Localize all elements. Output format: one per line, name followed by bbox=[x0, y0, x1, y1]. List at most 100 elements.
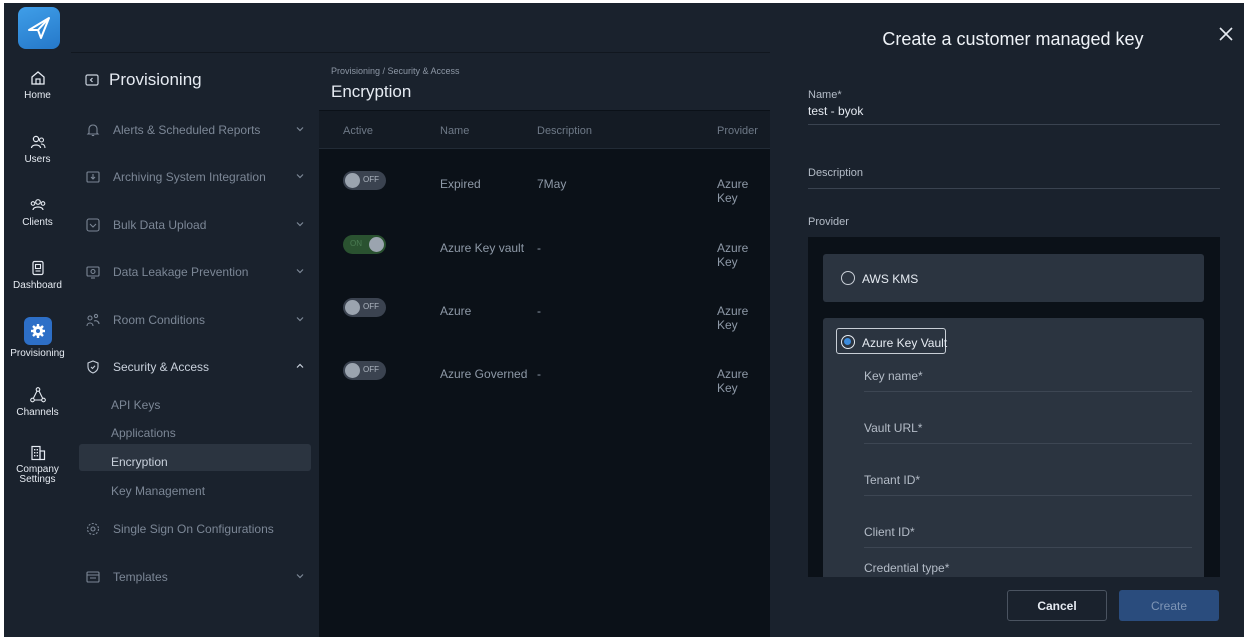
option-aws-kms[interactable]: AWS KMS bbox=[823, 254, 1204, 302]
rail-item-dashboard[interactable]: Dashboard bbox=[4, 259, 71, 291]
rail-label-users: Users bbox=[24, 154, 51, 165]
aws-kms-radio[interactable] bbox=[841, 271, 855, 285]
nav-item-room-conditions[interactable]: Room Conditions bbox=[85, 308, 307, 332]
row-provider: Azure Key bbox=[717, 304, 749, 332]
page-title: Encryption bbox=[331, 82, 412, 101]
close-icon[interactable] bbox=[1217, 25, 1235, 43]
row-name: Expired bbox=[440, 177, 481, 191]
nav-item-archiving[interactable]: Archiving System Integration bbox=[85, 165, 307, 189]
channels-icon bbox=[29, 387, 46, 403]
nav-label-dlp: Data Leakage Prevention bbox=[113, 265, 249, 279]
users-icon bbox=[30, 135, 46, 149]
chevron-down-icon bbox=[296, 127, 304, 132]
rail-item-company-settings[interactable]: Company Settings bbox=[4, 444, 71, 485]
panel-collapse-icon[interactable] bbox=[85, 73, 99, 87]
nav-title-text: Provisioning bbox=[109, 70, 202, 89]
rail-label-channels: Channels bbox=[16, 407, 59, 418]
nav-item-sso[interactable]: Single Sign On Configurations bbox=[85, 517, 307, 541]
rail-item-users[interactable]: Users bbox=[4, 133, 71, 165]
active-toggle[interactable]: ON bbox=[343, 235, 386, 254]
provider-options: AWS KMS Azure Key Vault Key name* Vault … bbox=[808, 237, 1220, 577]
chevron-down-icon bbox=[296, 222, 304, 227]
option-azure-key-vault[interactable]: Azure Key Vault Key name* Vault URL* Ten… bbox=[823, 318, 1204, 577]
column-name[interactable]: Name bbox=[440, 125, 469, 137]
row-description: - bbox=[537, 304, 541, 318]
toggle-knob bbox=[369, 237, 384, 252]
nav-label-sso: Single Sign On Configurations bbox=[113, 522, 274, 536]
nav-label-alerts: Alerts & Scheduled Reports bbox=[113, 123, 261, 137]
aws-kms-label: AWS KMS bbox=[862, 272, 919, 286]
create-button[interactable]: Create bbox=[1119, 590, 1219, 621]
nav-sub-encryption[interactable]: Encryption bbox=[111, 455, 168, 469]
chevron-down-icon bbox=[296, 317, 304, 322]
rail-item-home[interactable]: Home bbox=[4, 69, 71, 101]
toggle-knob bbox=[345, 300, 360, 315]
column-description[interactable]: Description bbox=[537, 125, 592, 137]
key-name-label: Key name* bbox=[864, 369, 923, 383]
nav-item-dlp[interactable]: Data Leakage Prevention bbox=[85, 260, 307, 284]
nav-title: Provisioning bbox=[85, 70, 202, 90]
gear-icon bbox=[23, 317, 52, 345]
column-provider[interactable]: Provider bbox=[717, 125, 758, 137]
name-field-underline bbox=[808, 124, 1220, 125]
row-name: Azure Key vault bbox=[440, 241, 525, 255]
rail-label-clients: Clients bbox=[22, 217, 53, 228]
left-rail: Home Users Clients Dashboard Provisionin… bbox=[4, 3, 71, 637]
rail-item-provisioning[interactable]: Provisioning bbox=[4, 317, 71, 359]
tenant-id-label: Tenant ID* bbox=[864, 473, 921, 487]
nav-sub-key-management[interactable]: Key Management bbox=[111, 484, 205, 498]
drawer-title: Create a customer managed key bbox=[882, 29, 1144, 49]
description-field-label: Description bbox=[808, 167, 864, 179]
active-toggle[interactable]: OFF bbox=[343, 361, 386, 380]
nav-sub-applications[interactable]: Applications bbox=[111, 426, 176, 440]
encryption-content: Provisioning / Security & Access Encrypt… bbox=[319, 53, 770, 637]
nav-item-bulk-upload[interactable]: Bulk Data Upload bbox=[85, 213, 307, 237]
credential-type-label[interactable]: Credential type* bbox=[864, 561, 949, 575]
name-field[interactable]: test - byok bbox=[808, 104, 863, 118]
nav-item-alerts[interactable]: Alerts & Scheduled Reports bbox=[85, 118, 307, 142]
nav-item-templates[interactable]: Templates bbox=[85, 565, 307, 589]
row-name: Azure bbox=[440, 304, 472, 318]
template-icon bbox=[85, 569, 101, 585]
cancel-button[interactable]: Cancel bbox=[1007, 590, 1107, 621]
nav-label-room-conditions: Room Conditions bbox=[113, 313, 206, 327]
rail-label-provisioning: Provisioning bbox=[10, 348, 65, 359]
nav-sub-api-keys[interactable]: API Keys bbox=[111, 398, 160, 412]
nav-label-security-access: Security & Access bbox=[113, 360, 210, 374]
nav-item-security-access[interactable]: Security & Access bbox=[85, 355, 307, 379]
home-icon bbox=[30, 71, 45, 85]
chevron-down-icon bbox=[296, 574, 304, 579]
row-provider: Azure Key bbox=[717, 367, 749, 395]
tenant-id-field[interactable] bbox=[864, 495, 1192, 496]
chevron-down-icon bbox=[296, 174, 304, 179]
table-header: Active Name Description Provider bbox=[319, 111, 770, 149]
app-logo[interactable] bbox=[18, 7, 60, 49]
name-field-label: Name* bbox=[808, 89, 842, 101]
dashboard-icon bbox=[31, 260, 44, 276]
azure-key-vault-label: Azure Key Vault bbox=[862, 336, 948, 350]
rail-item-channels[interactable]: Channels bbox=[4, 386, 71, 418]
nav-label-archiving: Archiving System Integration bbox=[113, 170, 266, 184]
vault-url-field[interactable] bbox=[864, 443, 1192, 444]
active-toggle[interactable]: OFF bbox=[343, 298, 386, 317]
provisioning-nav: Provisioning Alerts & Scheduled Reports … bbox=[71, 53, 319, 637]
content-header: Provisioning / Security & Access Encrypt… bbox=[319, 53, 770, 110]
room-icon bbox=[85, 312, 101, 328]
toggle-label: OFF bbox=[363, 365, 379, 374]
shield-icon bbox=[85, 359, 101, 375]
create-key-drawer: Create a customer managed key Name* test… bbox=[770, 3, 1244, 637]
azure-key-vault-radio[interactable] bbox=[841, 335, 855, 349]
chevron-down-icon bbox=[296, 269, 304, 274]
breadcrumb[interactable]: Provisioning / Security & Access bbox=[331, 66, 460, 76]
row-provider: Azure Key bbox=[717, 177, 749, 205]
bell-icon bbox=[85, 122, 101, 138]
dlp-icon bbox=[85, 264, 101, 280]
client-id-label: Client ID* bbox=[864, 525, 915, 539]
description-field[interactable] bbox=[808, 188, 1220, 189]
column-active[interactable]: Active bbox=[343, 125, 373, 137]
key-name-field[interactable] bbox=[864, 391, 1192, 392]
client-id-field[interactable] bbox=[864, 547, 1192, 548]
app-window: Home Users Clients Dashboard Provisionin… bbox=[4, 3, 1244, 637]
active-toggle[interactable]: OFF bbox=[343, 171, 386, 190]
rail-item-clients[interactable]: Clients bbox=[4, 196, 71, 228]
